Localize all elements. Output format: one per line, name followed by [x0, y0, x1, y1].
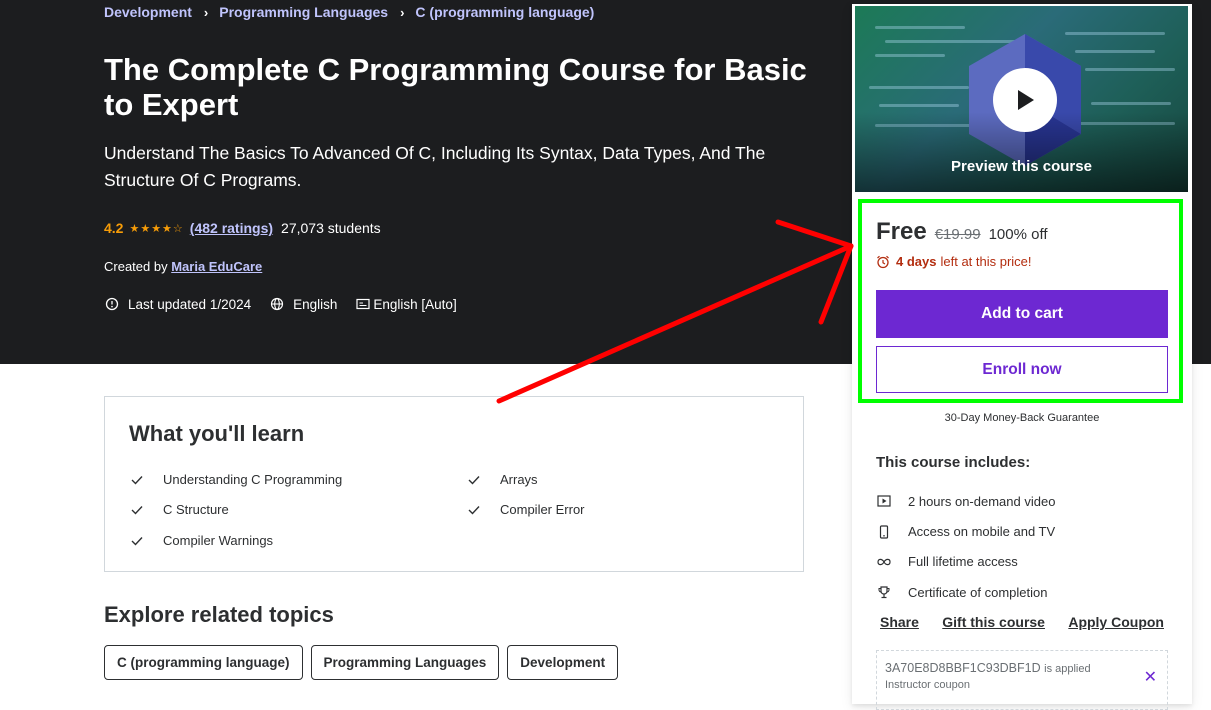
- trophy-icon: [876, 584, 892, 600]
- applied-coupon: 3A70E8D8BBF1C93DBF1D is applied Instruct…: [876, 650, 1168, 710]
- star-rating-icon: ★★★★☆: [129, 222, 184, 235]
- mobile-icon: [876, 524, 892, 540]
- instructor-link[interactable]: Maria EduCare: [171, 259, 262, 274]
- annotation-highlight-box: [858, 199, 1183, 403]
- includes-title: This course includes:: [876, 454, 1031, 471]
- globe-icon: [269, 296, 285, 312]
- learn-item-label: Compiler Error: [500, 502, 585, 517]
- topic-programming-languages[interactable]: Programming Languages: [310, 645, 500, 680]
- include-mobile-text: Access on mobile and TV: [908, 524, 1056, 540]
- students-count: 27,073 students: [281, 220, 381, 236]
- alert-clock-icon: [104, 296, 120, 312]
- course-title: The Complete C Programming Course for Ba…: [104, 52, 807, 122]
- course-preview-video[interactable]: Preview this course: [855, 6, 1188, 192]
- course-captions: English [Auto]: [373, 296, 457, 312]
- infinity-icon: [876, 554, 892, 570]
- related-topics-title: Explore related topics: [104, 602, 334, 627]
- breadcrumb-programming-languages[interactable]: Programming Languages: [219, 4, 388, 20]
- chevron-right-icon: ›: [400, 4, 405, 20]
- check-icon: [468, 505, 482, 515]
- check-icon: [131, 505, 145, 515]
- ratings-count-link[interactable]: (482 ratings): [190, 220, 273, 236]
- learn-item: Compiler Error: [468, 502, 585, 517]
- share-link[interactable]: Share: [880, 614, 919, 630]
- list-item: 2 hours on-demand video: [876, 486, 1055, 516]
- last-updated: Last updated 1/2024: [128, 296, 252, 312]
- include-certificate-text: Certificate of completion: [908, 584, 1048, 600]
- course-subtitle: Understand The Basics To Advanced Of C, …: [104, 143, 766, 190]
- created-by-label: Created by: [104, 259, 168, 274]
- breadcrumb-c-language[interactable]: C (programming language): [415, 4, 594, 20]
- video-icon: [876, 493, 892, 509]
- money-back-guarantee: 30-Day Money-Back Guarantee: [944, 412, 1100, 424]
- learn-item-label: Understanding C Programming: [163, 472, 343, 487]
- learn-item: C Structure: [131, 502, 229, 517]
- rating-value: 4.2: [104, 220, 124, 236]
- captions-icon: [355, 296, 371, 312]
- check-icon: [131, 536, 145, 546]
- coupon-applied-text: is applied: [1044, 663, 1091, 675]
- list-item: Certificate of completion: [876, 577, 1055, 607]
- coupon-type: Instructor coupon: [885, 679, 970, 691]
- include-lifetime-text: Full lifetime access: [908, 554, 1018, 570]
- sidebar-links: Share Gift this course Apply Coupon: [880, 614, 1164, 630]
- created-by: Created by Maria EduCare: [104, 259, 262, 274]
- list-item: Full lifetime access: [876, 547, 1055, 577]
- breadcrumb: Development › Programming Languages › C …: [104, 4, 594, 20]
- topic-c-language[interactable]: C (programming language): [104, 645, 303, 680]
- chevron-right-icon: ›: [203, 4, 209, 20]
- breadcrumb-development[interactable]: Development: [104, 4, 192, 20]
- course-language: English: [293, 296, 338, 312]
- include-video-text: 2 hours on-demand video: [908, 493, 1056, 509]
- rating-row: 4.2 ★★★★☆ (482 ratings) 27,073 students: [104, 220, 381, 236]
- related-topics: C (programming language) Programming Lan…: [104, 645, 626, 680]
- learn-item: Understanding C Programming: [131, 472, 342, 487]
- course-meta: Last updated 1/2024 English English [Aut…: [104, 296, 457, 312]
- learn-item-label: C Structure: [163, 502, 229, 517]
- what-you-learn-box: What you'll learn Understanding C Progra…: [104, 396, 804, 572]
- topic-development[interactable]: Development: [507, 645, 619, 680]
- learn-title: What you'll learn: [129, 421, 305, 446]
- check-icon: [468, 475, 482, 485]
- learn-item: Compiler Warnings: [131, 533, 273, 548]
- check-icon: [131, 475, 145, 485]
- learn-item-label: Compiler Warnings: [163, 533, 274, 548]
- list-item: Access on mobile and TV: [876, 516, 1055, 546]
- remove-coupon-icon[interactable]: ✕: [1144, 667, 1157, 687]
- preview-label: Preview this course: [951, 158, 1092, 175]
- gift-course-link[interactable]: Gift this course: [942, 614, 1045, 630]
- coupon-code: 3A70E8D8BBF1C93DBF1D: [885, 661, 1041, 675]
- learn-item: Arrays: [468, 472, 538, 487]
- apply-coupon-link[interactable]: Apply Coupon: [1068, 614, 1164, 630]
- includes-list: 2 hours on-demand video Access on mobile…: [876, 486, 1055, 608]
- learn-item-label: Arrays: [500, 472, 538, 487]
- play-icon[interactable]: [993, 68, 1057, 132]
